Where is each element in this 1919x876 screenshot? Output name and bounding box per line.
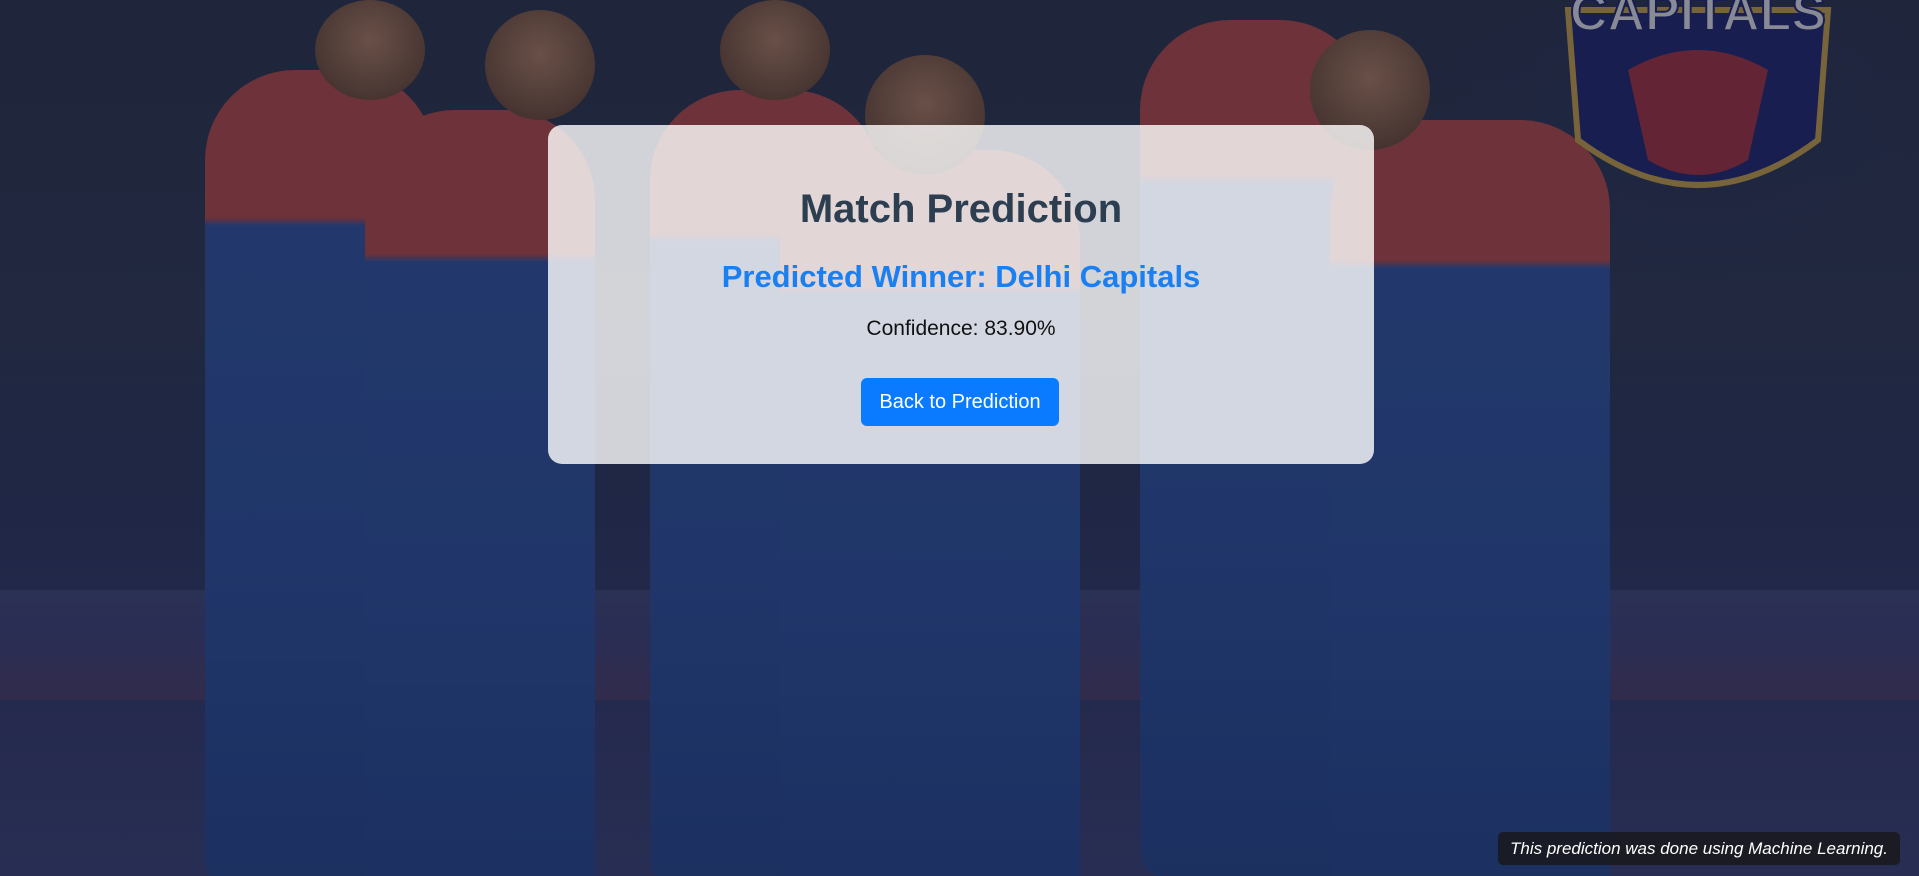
back-to-prediction-button[interactable]: Back to Prediction	[861, 378, 1059, 426]
confidence-value: Confidence: 83.90%	[866, 317, 1056, 340]
ml-disclaimer: This prediction was done using Machine L…	[1498, 832, 1900, 865]
card-title: Match Prediction	[799, 187, 1123, 231]
predicted-winner: Predicted Winner: Delhi Capitals	[721, 259, 1201, 294]
prediction-card: Match Prediction Predicted Winner: Delhi…	[548, 125, 1374, 464]
